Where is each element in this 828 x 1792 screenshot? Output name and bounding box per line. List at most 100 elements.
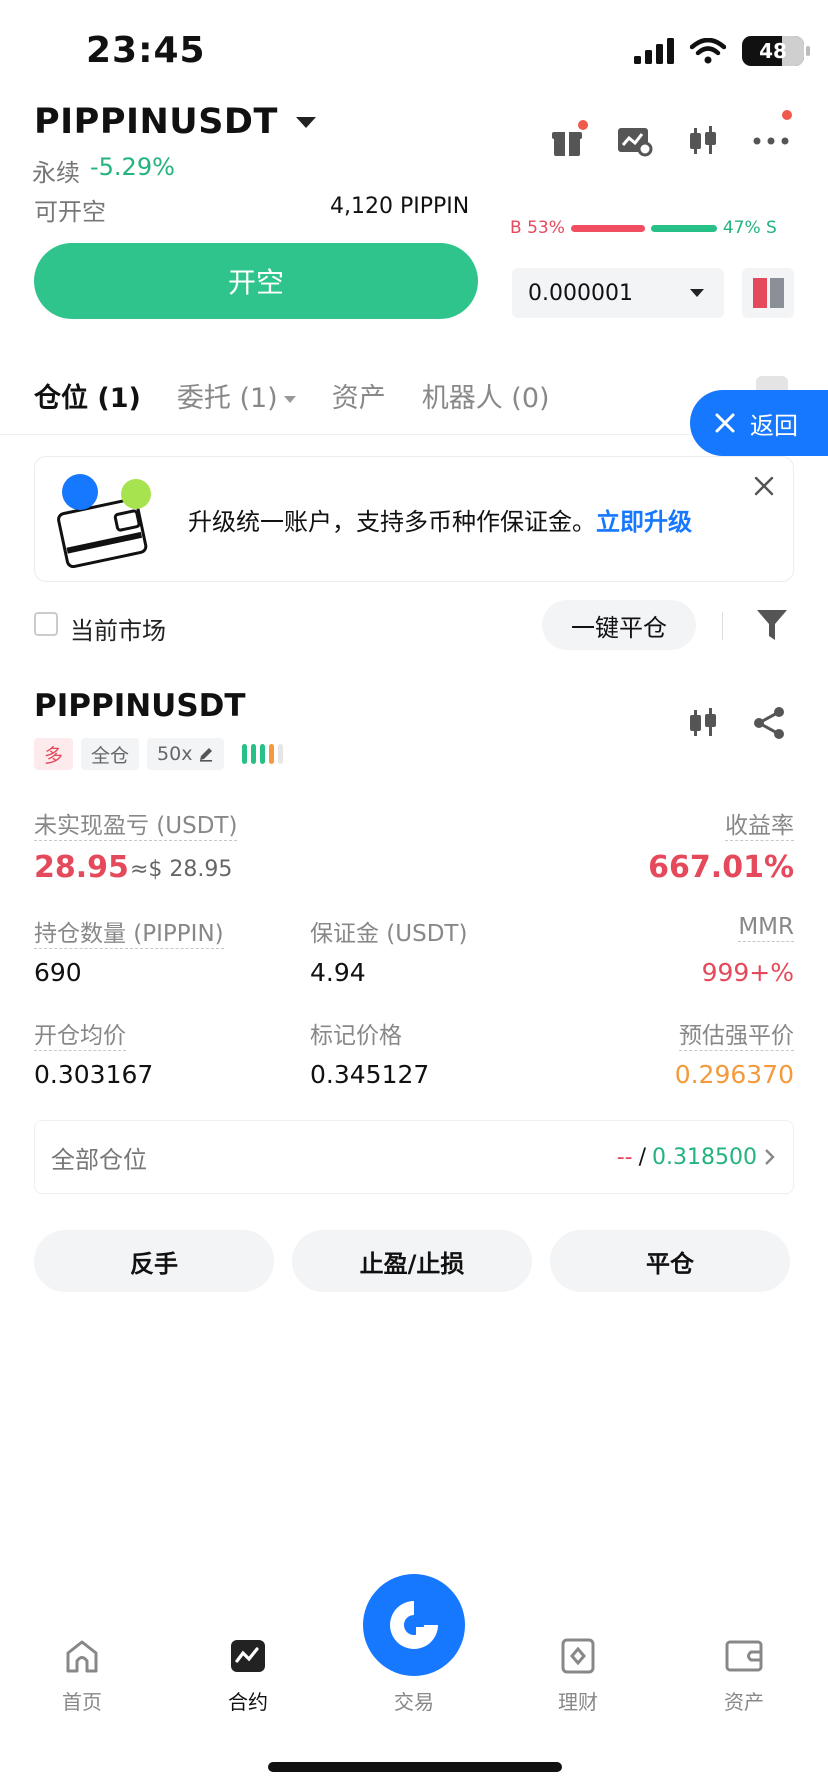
futures-icon: [228, 1636, 268, 1676]
mark-price-label: 标记价格: [310, 1023, 402, 1049]
margin-mode-badge: 全仓: [81, 738, 140, 770]
all-positions-label: 全部仓位: [51, 1145, 147, 1174]
back-label: 返回: [750, 411, 798, 440]
status-icons: 48: [634, 36, 810, 66]
home-indicator: [268, 1762, 562, 1772]
divider: [722, 612, 723, 640]
margin-label: 保证金 (USDT): [310, 921, 468, 947]
available-value: 4,120 PIPPIN: [330, 194, 470, 219]
wifi-icon: [690, 38, 726, 64]
close-all-button[interactable]: 一键平仓: [542, 600, 696, 650]
home-icon: [62, 1636, 102, 1676]
current-market-checkbox[interactable]: [34, 612, 58, 636]
upgrade-banner-text: 升级统一账户，支持多币种作保证金。立即升级: [188, 502, 692, 537]
chevron-down-icon: [283, 396, 296, 403]
tp-sl-button[interactable]: 止盈/止损: [292, 1230, 532, 1292]
candlestick-icon[interactable]: [684, 122, 722, 160]
reverse-button[interactable]: 反手: [34, 1230, 274, 1292]
pair-name: PIPPINUSDT: [34, 102, 278, 142]
position-actions: 反手 止盈/止损 平仓: [34, 1230, 790, 1292]
position-symbol: PIPPINUSDT: [34, 688, 246, 724]
leverage-badge[interactable]: 50x: [147, 738, 225, 770]
chevron-down-icon: [295, 116, 316, 128]
edit-icon: [200, 748, 213, 762]
tab-orders-label: 委托 (1): [176, 383, 278, 414]
tab-bots[interactable]: 机器人 (0): [422, 376, 550, 415]
nav-trade-label: 交易: [394, 1690, 434, 1714]
sell-ratio-bar: [650, 224, 717, 232]
tab-positions[interactable]: 仓位 (1): [34, 376, 141, 415]
position-tags: 多 全仓 50x: [34, 738, 284, 770]
unrealized-pnl-label[interactable]: 未实现盈亏 (USDT): [34, 813, 238, 841]
earn-icon: [558, 1636, 598, 1676]
chart-settings-icon[interactable]: [616, 122, 654, 160]
sell-ratio-label: 47% S: [722, 218, 777, 238]
all-positions-left: --: [616, 1144, 633, 1170]
leverage-value: 50x: [157, 743, 193, 765]
share-icon[interactable]: [752, 706, 786, 740]
precision-value: 0.000001: [528, 280, 633, 306]
close-position-button[interactable]: 平仓: [550, 1230, 790, 1292]
nav-earn[interactable]: 理财: [528, 1636, 628, 1715]
all-positions-values: -- / 0.318500: [617, 1145, 777, 1170]
chevron-right-icon: [765, 1149, 775, 1165]
mmr-label[interactable]: MMR: [738, 914, 794, 942]
wallet-icon: [724, 1636, 764, 1676]
all-positions-row[interactable]: 全部仓位 -- / 0.318500: [34, 1120, 794, 1194]
header-icons: [548, 110, 792, 160]
margin-label-wrap: 保证金 (USDT): [310, 914, 467, 948]
roe-value: 667.01%: [648, 850, 794, 885]
orderbook-layout-button[interactable]: [742, 268, 794, 318]
roe-label-wrap: 收益率: [725, 806, 794, 841]
contract-type: 永续: [32, 159, 80, 187]
more-icon[interactable]: [752, 110, 792, 160]
liq-price-label[interactable]: 预估强平价: [679, 1023, 794, 1051]
back-button[interactable]: 返回: [690, 390, 828, 456]
tab-orders[interactable]: 委托 (1): [177, 376, 296, 415]
entry-price-value: 0.303167: [34, 1060, 154, 1089]
current-market-label: 当前市场: [70, 617, 166, 645]
buy-ratio-bar: [570, 224, 645, 232]
nav-home-label: 首页: [62, 1690, 102, 1714]
filter-icon[interactable]: [756, 608, 788, 642]
mark-price-value: 0.345127: [310, 1060, 430, 1089]
upgrade-link[interactable]: 立即升级: [596, 508, 692, 536]
unrealized-pnl-usd: ≈$ 28.95: [130, 857, 233, 882]
size-label[interactable]: 持仓数量 (PIPPIN): [34, 921, 224, 949]
battery-level: 48: [759, 39, 787, 63]
available-label: 可开空: [34, 198, 106, 226]
precision-select[interactable]: 0.000001: [512, 268, 724, 318]
entry-price-label[interactable]: 开仓均价: [34, 1023, 126, 1051]
gift-icon[interactable]: [548, 120, 588, 160]
battery-icon: 48: [742, 36, 810, 66]
unrealized-pnl-label-wrap: 未实现盈亏 (USDT): [34, 806, 238, 841]
pair-selector[interactable]: PIPPINUSDT: [34, 102, 316, 142]
nav-trade[interactable]: 交易: [364, 1636, 464, 1715]
nav-futures[interactable]: 合约: [198, 1636, 298, 1715]
buy-sell-ratio: B 53% 47% S: [510, 218, 794, 238]
close-icon[interactable]: [754, 476, 774, 496]
close-icon: [715, 413, 735, 433]
entry-label-wrap: 开仓均价: [34, 1016, 126, 1051]
mmr-value: 999+%: [701, 958, 794, 987]
mmr-label-wrap: MMR: [738, 914, 794, 942]
nav-earn-label: 理财: [558, 1690, 598, 1714]
notification-dot: [578, 120, 588, 130]
wallet-illustration-icon: [57, 474, 151, 568]
buy-ratio-label: B 53%: [510, 218, 565, 238]
roe-label[interactable]: 收益率: [725, 813, 794, 841]
all-positions-right: 0.318500: [652, 1144, 757, 1170]
nav-assets-label: 资产: [724, 1690, 764, 1714]
nav-assets[interactable]: 资产: [694, 1636, 794, 1715]
position-icons: [686, 706, 786, 740]
liq-price-value: 0.296370: [674, 1060, 794, 1089]
liq-label-wrap: 预估强平价: [679, 1016, 794, 1051]
side-badge: 多: [34, 738, 74, 770]
open-short-button[interactable]: 开空: [34, 243, 478, 319]
position-tabs: 仓位 (1) 委托 (1) 资产 机器人 (0): [34, 376, 550, 415]
nav-home[interactable]: 首页: [32, 1636, 132, 1715]
tab-assets[interactable]: 资产: [332, 376, 386, 415]
candlestick-icon[interactable]: [686, 706, 720, 740]
bottom-nav: 首页 合约 交易 理财 资产: [0, 1570, 828, 1720]
size-label-wrap: 持仓数量 (PIPPIN): [34, 914, 224, 949]
